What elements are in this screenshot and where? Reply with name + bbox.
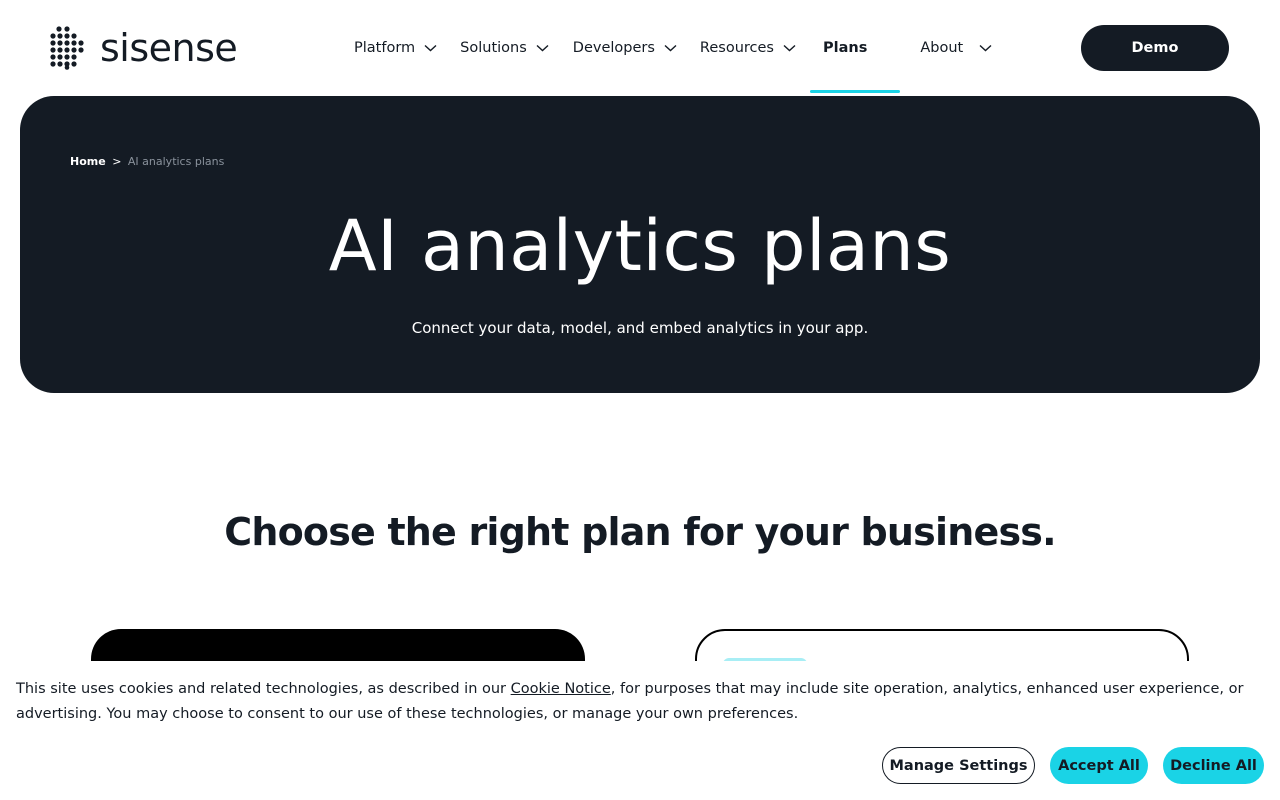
breadcrumb-current: AI analytics plans bbox=[127, 155, 225, 168]
breadcrumb-separator: > bbox=[112, 155, 122, 168]
cookie-text-before: This site uses cookies and related techn… bbox=[16, 681, 511, 697]
site-header: sisense Platform Solutions Developers Re… bbox=[0, 0, 1280, 96]
chevron-down-icon bbox=[424, 44, 437, 52]
cookie-notice-link[interactable]: Cookie Notice bbox=[511, 681, 611, 697]
nav-label: About bbox=[920, 40, 964, 56]
manage-settings-button[interactable]: Manage Settings bbox=[882, 747, 1035, 784]
decline-all-button[interactable]: Decline All bbox=[1163, 747, 1264, 784]
nav-label: Resources bbox=[699, 40, 774, 56]
demo-button[interactable]: Demo bbox=[1081, 25, 1229, 71]
nav-item-plans[interactable]: Plans bbox=[809, 0, 901, 96]
accept-all-button[interactable]: Accept All bbox=[1050, 747, 1148, 784]
chevron-down-icon bbox=[979, 44, 992, 52]
nav-label: Plans bbox=[822, 40, 868, 56]
page-title: AI analytics plans bbox=[328, 205, 952, 287]
main-nav: Platform Solutions Developers Resources … bbox=[354, 0, 992, 96]
plans-heading: Choose the right plan for your business. bbox=[224, 510, 1056, 554]
page-subtitle: Connect your data, model, and embed anal… bbox=[411, 319, 869, 337]
nav-item-about[interactable]: About bbox=[920, 0, 992, 96]
logo-wordmark: sisense bbox=[100, 26, 238, 70]
chevron-down-icon bbox=[664, 44, 677, 52]
chevron-down-icon bbox=[783, 44, 796, 52]
logo[interactable]: sisense bbox=[50, 26, 238, 70]
cookie-banner: This site uses cookies and related techn… bbox=[0, 661, 1280, 800]
breadcrumb: Home > AI analytics plans bbox=[70, 155, 224, 168]
nav-label: Platform bbox=[354, 40, 416, 56]
chevron-down-icon bbox=[536, 44, 549, 52]
sisense-logo-icon bbox=[50, 26, 84, 70]
nav-item-developers[interactable]: Developers bbox=[573, 0, 677, 96]
cookie-text: This site uses cookies and related techn… bbox=[16, 677, 1246, 727]
nav-item-resources[interactable]: Resources bbox=[700, 0, 796, 96]
nav-item-solutions[interactable]: Solutions bbox=[460, 0, 549, 96]
nav-item-platform[interactable]: Platform bbox=[354, 0, 437, 96]
nav-label: Solutions bbox=[460, 40, 527, 56]
breadcrumb-home-link[interactable]: Home bbox=[70, 155, 106, 168]
hero-banner: Home > AI analytics plans AI analytics p… bbox=[20, 96, 1260, 393]
nav-label: Developers bbox=[572, 40, 655, 56]
